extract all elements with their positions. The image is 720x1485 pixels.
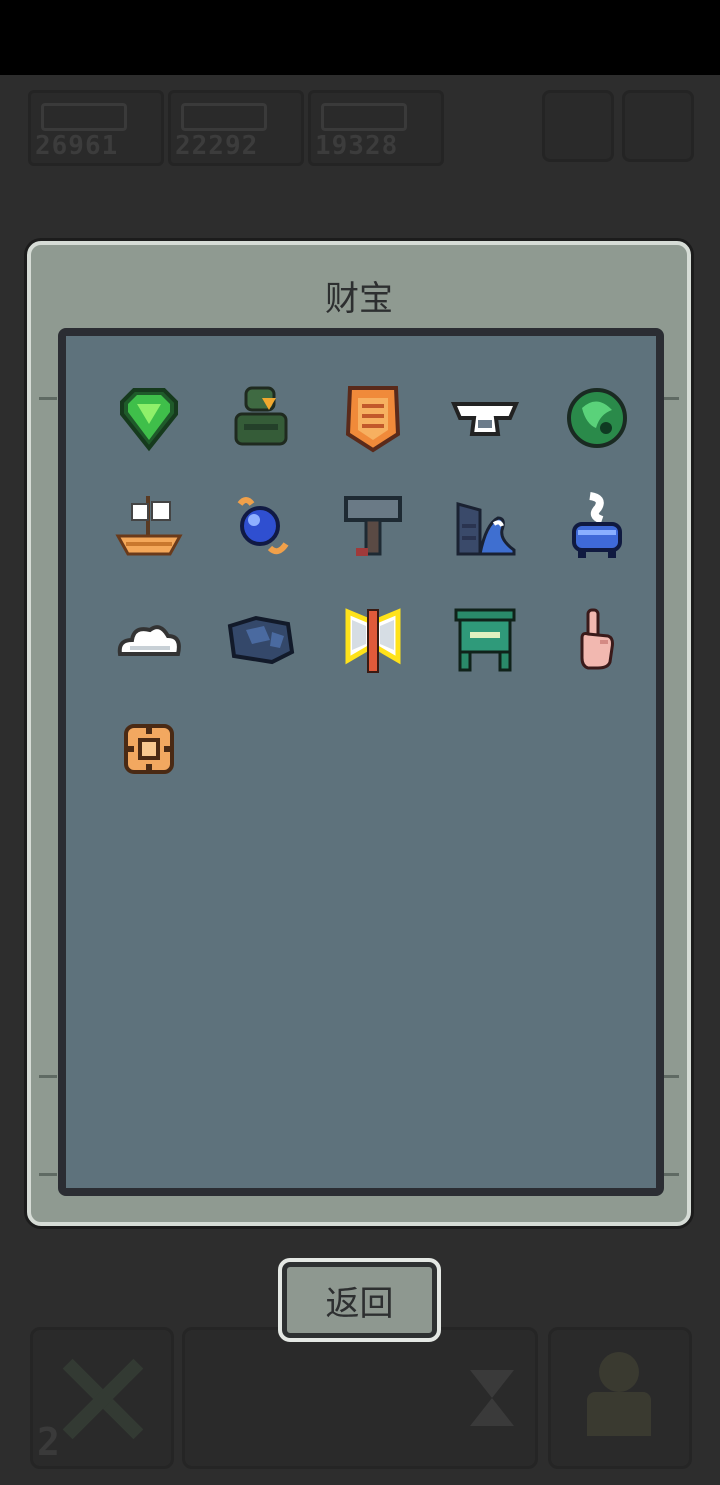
treasure-slot[interactable] — [552, 484, 642, 574]
treasure-slot[interactable] — [104, 706, 194, 796]
green-shrine-icon — [454, 608, 516, 672]
resource-value-1: 26961 — [35, 131, 119, 161]
white-cloud-icon — [117, 625, 181, 656]
wave-wall-icon — [456, 502, 516, 556]
treasure-slot[interactable] — [104, 374, 194, 464]
pawn-icon — [599, 1352, 639, 1392]
frame-rivet — [39, 1173, 57, 1176]
treasure-grid — [58, 328, 664, 1196]
resource-counter-2: 22292 — [168, 90, 304, 166]
treasure-slot[interactable] — [216, 484, 306, 574]
treasure-slot[interactable] — [552, 596, 642, 686]
treasure-slot[interactable] — [440, 596, 530, 686]
return-button-label: 返回 — [325, 1283, 394, 1324]
resource-icon — [321, 103, 407, 131]
anvil-icon — [450, 402, 520, 436]
resource-value-2: 22292 — [175, 131, 259, 161]
treasure-slot[interactable] — [440, 484, 530, 574]
treasure-slot[interactable] — [216, 596, 306, 686]
blue-orb-icon — [237, 497, 289, 555]
treasure-slot[interactable] — [328, 374, 418, 464]
unit-panel — [548, 1327, 692, 1469]
treasure-slot[interactable] — [104, 484, 194, 574]
war-hammer-icon — [344, 496, 402, 556]
pointing-hand-icon — [580, 608, 614, 670]
treasure-slot[interactable] — [552, 374, 642, 464]
dialog-title: 财宝 — [325, 279, 393, 319]
resource-counter-1: 26961 — [28, 90, 164, 166]
treasure-slot[interactable] — [216, 374, 306, 464]
treasure-slot[interactable] — [104, 596, 194, 686]
return-button[interactable]: 返回 — [278, 1258, 441, 1342]
pawn-icon-part — [587, 1392, 651, 1436]
treasure-slot[interactable] — [440, 374, 530, 464]
treasure-dialog: 财宝 — [27, 241, 691, 1226]
hourglass-icon-part — [470, 1398, 514, 1426]
orange-armor-icon — [345, 386, 401, 453]
frame-rivet — [39, 397, 57, 400]
blue-rock-icon — [227, 615, 295, 665]
green-dragon-icon — [567, 388, 627, 448]
hud-square-button-2 — [622, 90, 694, 162]
turn-panel — [182, 1327, 538, 1469]
attack-panel: 2 — [30, 1327, 174, 1469]
frame-rivet — [39, 1075, 57, 1078]
green-gem-icon — [120, 388, 178, 452]
double-axe-icon — [345, 608, 401, 673]
hourglass-icon — [470, 1370, 514, 1398]
treasure-slot-selected[interactable] — [328, 596, 418, 686]
status-bar — [0, 0, 720, 75]
orange-ring-icon — [124, 724, 174, 774]
blue-cauldron-icon — [572, 492, 622, 558]
resource-counter-3: 19328 — [308, 90, 444, 166]
resource-value-3: 19328 — [315, 131, 399, 161]
hud-square-button-1 — [542, 90, 614, 162]
sailing-ship-icon — [115, 496, 183, 556]
attack-count: 2 — [37, 1420, 60, 1464]
resource-icon — [41, 103, 127, 131]
treasure-slot[interactable] — [328, 484, 418, 574]
green-soldier-icon — [234, 386, 288, 446]
resource-icon — [181, 103, 267, 131]
